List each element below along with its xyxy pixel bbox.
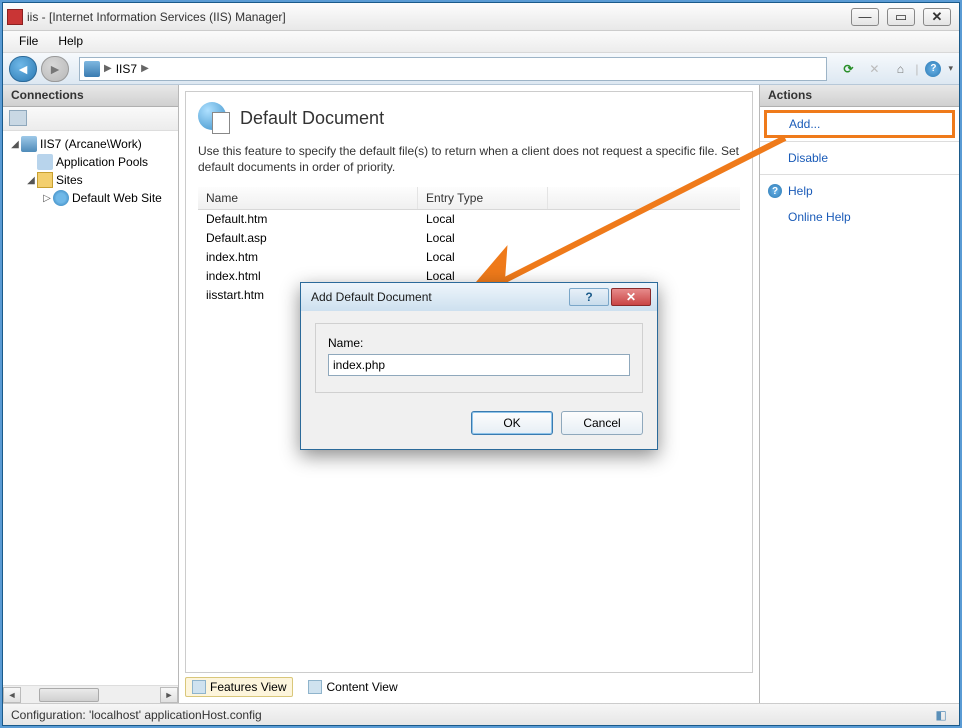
doclist-row[interactable]: Default.htmLocal: [198, 210, 740, 229]
doclist-header: Name Entry Type: [198, 187, 740, 210]
navbar: ◄ ► ▶ IIS7 ▶ ⟳ ✕ ⌂ | ? ▾: [3, 53, 959, 85]
col-type-header[interactable]: Entry Type: [418, 187, 548, 209]
hscrollbar[interactable]: ◄ ►: [3, 685, 178, 703]
col-name-header[interactable]: Name: [198, 187, 418, 209]
ok-button[interactable]: OK: [471, 411, 553, 435]
actions-header: Actions: [760, 85, 959, 107]
menu-help[interactable]: Help: [48, 31, 93, 52]
content-view-icon: [308, 680, 322, 694]
breadcrumb[interactable]: ▶ IIS7 ▶: [79, 57, 827, 81]
doclist-type-cell: Local: [418, 229, 548, 248]
doclist-name-cell: index.htm: [198, 248, 418, 267]
features-view-button[interactable]: Features View: [185, 677, 293, 697]
doclist-type-cell: Local: [418, 248, 548, 267]
dialog-help-button[interactable]: ?: [569, 288, 609, 306]
stop-button[interactable]: ✕: [863, 58, 885, 80]
window-controls: — ▭ ✕: [851, 8, 951, 26]
action-disable-label: Disable: [788, 151, 828, 165]
tree-sites-node[interactable]: ◢ Sites: [5, 171, 176, 189]
dialog-close-button[interactable]: ✕: [611, 288, 651, 306]
tree-server-label: IIS7 (Arcane\Work): [40, 137, 142, 151]
nav-back-button[interactable]: ◄: [9, 56, 37, 82]
server-icon: [21, 136, 37, 152]
help-icon: ?: [768, 184, 782, 198]
breadcrumb-node: IIS7: [116, 62, 137, 76]
chevron-right-icon: ▶: [104, 63, 112, 74]
home-button[interactable]: ⌂: [889, 58, 911, 80]
expand-icon[interactable]: ▷: [41, 193, 53, 204]
chevron-right-icon: ▶: [141, 63, 149, 74]
divider: [760, 141, 959, 142]
server-icon: [84, 61, 100, 77]
dialog-titlebar: Add Default Document ? ✕: [301, 283, 657, 311]
folder-icon: [37, 172, 53, 188]
action-help[interactable]: ? Help: [760, 178, 959, 204]
connections-header: Connections: [3, 85, 178, 107]
menu-file[interactable]: File: [9, 31, 48, 52]
tree-sites-label: Sites: [56, 173, 83, 187]
add-default-document-dialog: Add Default Document ? ✕ Name: OK Cancel: [300, 282, 658, 450]
doclist-type-cell: Local: [418, 210, 548, 229]
app-pool-icon: [37, 154, 53, 170]
feature-title: Default Document: [240, 108, 384, 129]
actions-body: Add... Disable ? Help Online Help: [760, 107, 959, 230]
divider: [760, 174, 959, 175]
nav-right-controls: ⟳ ✕ ⌂ | ? ▾: [837, 58, 953, 80]
action-disable[interactable]: Disable: [760, 145, 959, 171]
connect-icon[interactable]: [9, 110, 27, 126]
doclist-row[interactable]: Default.aspLocal: [198, 229, 740, 248]
action-online-help[interactable]: Online Help: [760, 204, 959, 230]
feature-description: Use this feature to specify the default …: [198, 144, 740, 175]
doclist-name-cell: Default.asp: [198, 229, 418, 248]
menubar: File Help: [3, 31, 959, 53]
tree-app-pools-node[interactable]: Application Pools: [5, 153, 176, 171]
cancel-button[interactable]: Cancel: [561, 411, 643, 435]
connections-toolbar: [3, 107, 178, 131]
name-input[interactable]: [328, 354, 630, 376]
globe-icon: [53, 190, 69, 206]
scroll-right-button[interactable]: ►: [160, 687, 178, 703]
maximize-button[interactable]: ▭: [887, 8, 915, 26]
nav-forward-button[interactable]: ►: [41, 56, 69, 82]
content-view-label: Content View: [326, 680, 397, 694]
feature-title-row: Default Document: [198, 102, 740, 134]
name-label: Name:: [328, 336, 630, 350]
action-add-label: Add...: [789, 117, 820, 131]
tree-app-pools-label: Application Pools: [56, 155, 148, 169]
close-button[interactable]: ✕: [923, 8, 951, 26]
connections-tree: ◢ IIS7 (Arcane\Work) Application Pools ◢…: [3, 131, 178, 685]
scroll-thumb[interactable]: [39, 688, 99, 702]
doclist-row[interactable]: index.htmLocal: [198, 248, 740, 267]
actions-panel: Actions Add... Disable ? Help Online Hel…: [759, 85, 959, 703]
collapse-icon[interactable]: ◢: [25, 175, 37, 186]
tree-server-node[interactable]: ◢ IIS7 (Arcane\Work): [5, 135, 176, 153]
minimize-button[interactable]: —: [851, 8, 879, 26]
features-view-icon: [192, 680, 206, 694]
action-online-help-label: Online Help: [788, 210, 851, 224]
dialog-title: Add Default Document: [311, 290, 569, 304]
content-view-button[interactable]: Content View: [301, 677, 404, 697]
status-config: Configuration: 'localhost' applicationHo…: [11, 708, 262, 722]
help-button[interactable]: ?: [922, 58, 944, 80]
action-help-label: Help: [788, 184, 813, 198]
features-view-label: Features View: [210, 680, 286, 694]
doclist-name-cell: Default.htm: [198, 210, 418, 229]
statusbar: Configuration: 'localhost' applicationHo…: [3, 703, 959, 725]
dialog-body: Name: OK Cancel: [301, 311, 657, 449]
default-document-icon: [198, 102, 230, 134]
scroll-left-button[interactable]: ◄: [3, 687, 21, 703]
collapse-icon[interactable]: ◢: [9, 139, 21, 150]
status-config-button[interactable]: ◧: [931, 706, 951, 724]
window-title: iis - [Internet Information Services (II…: [27, 10, 851, 24]
refresh-button[interactable]: ⟳: [837, 58, 859, 80]
tree-default-site-label: Default Web Site: [72, 191, 162, 205]
action-add[interactable]: Add...: [764, 110, 955, 138]
views-strip: Features View Content View: [185, 675, 753, 699]
titlebar: iis - [Internet Information Services (II…: [3, 3, 959, 31]
connections-panel: Connections ◢ IIS7 (Arcane\Work) Applica…: [3, 85, 179, 703]
tree-default-site-node[interactable]: ▷ Default Web Site: [5, 189, 176, 207]
app-icon: [7, 9, 23, 25]
